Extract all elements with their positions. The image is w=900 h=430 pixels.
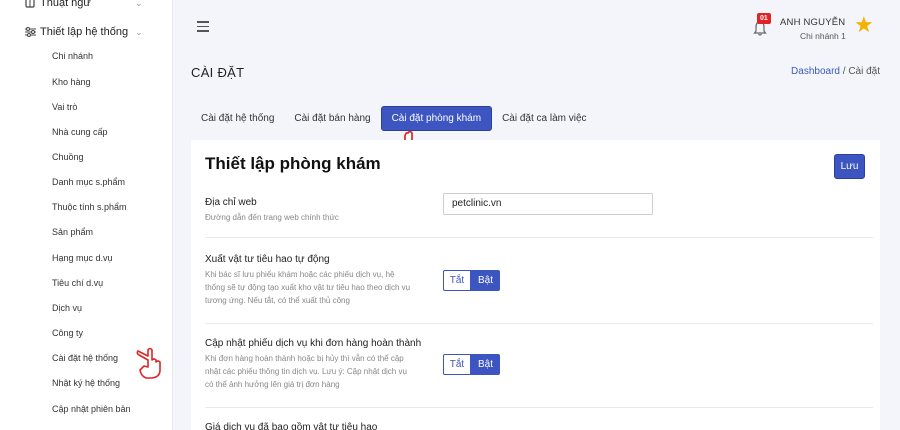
- chevron-down-icon: ⌄: [135, 27, 143, 37]
- breadcrumb-current: Cài đặt: [848, 66, 880, 77]
- sliders-icon: [24, 26, 36, 38]
- setting-row-website: Địa chỉ web Đường dẫn đến trang web chín…: [205, 186, 873, 238]
- setting-description: Khi bác sĩ lưu phiếu khám hoặc các phiếu…: [205, 270, 411, 305]
- sidebar-group-terms[interactable]: Thuật ngữ ⌄: [24, 0, 143, 9]
- save-button[interactable]: Lưu: [834, 154, 865, 179]
- sidebar-item-services[interactable]: Dịch vụ: [52, 303, 82, 313]
- sidebar-item-products[interactable]: Sản phẩm: [52, 227, 93, 237]
- sidebar-item-system-log[interactable]: Nhật ký hệ thống: [52, 378, 120, 388]
- tab-clinic-settings[interactable]: Cài đặt phòng khám: [380, 106, 493, 131]
- breadcrumb: Dashboard / Cài đặt: [791, 66, 880, 77]
- main-area: 01 ANH NGUYỄN Chi nhánh 1 ★ CÀI ĐẶT Dash…: [173, 0, 900, 430]
- toggle-off-button[interactable]: Tắt: [443, 270, 471, 291]
- setting-label: Giá dịch vụ đã bao gồm vật tư tiêu hao: [205, 422, 378, 430]
- tab-shift-settings[interactable]: Cài đặt ca làm việc: [492, 107, 596, 130]
- setting-label: Cập nhật phiếu dịch vụ khi đơn hàng hoàn…: [205, 338, 422, 349]
- sidebar: Thuật ngữ ⌄ Thiết lập hệ thống ⌄ Chi nhá…: [0, 0, 173, 430]
- setting-description: Khi đơn hàng hoàn thành hoặc bị hủy thì …: [205, 354, 407, 389]
- chevron-down-icon: ⌄: [135, 0, 143, 8]
- star-icon[interactable]: ★: [854, 14, 874, 36]
- setting-row-price-includes-supplies: Giá dịch vụ đã bao gồm vật tư tiêu hao: [205, 408, 873, 430]
- sidebar-group-label: Thiết lập hệ thống: [40, 26, 129, 38]
- sidebar-item-roles[interactable]: Vai trò: [52, 102, 77, 112]
- sidebar-group-settings[interactable]: Thiết lập hệ thống ⌄: [24, 26, 143, 38]
- sidebar-item-company[interactable]: Công ty: [52, 328, 83, 338]
- sidebar-item-branches[interactable]: Chi nhánh: [52, 51, 93, 61]
- user-name[interactable]: ANH NGUYỄN: [780, 17, 845, 28]
- hand-pointer-cursor-icon: [136, 347, 161, 379]
- menu-toggle-icon[interactable]: [197, 21, 209, 32]
- clinic-settings-card: Thiết lập phòng khám Lưu Địa chỉ web Đườ…: [191, 140, 880, 430]
- toggle-on-button[interactable]: Bật: [471, 270, 500, 291]
- sidebar-item-cages[interactable]: Chuồng: [52, 152, 84, 162]
- card-title: Thiết lập phòng khám: [205, 154, 381, 173]
- tab-system-settings[interactable]: Cài đặt hệ thống: [191, 107, 284, 130]
- user-branch: Chi nhánh 1: [800, 31, 846, 41]
- sidebar-item-suppliers[interactable]: Nhà cung cấp: [52, 127, 108, 137]
- page-title: CÀI ĐẶT: [191, 65, 245, 80]
- tab-sales-settings[interactable]: Cài đặt bán hàng: [284, 107, 380, 130]
- breadcrumb-separator: /: [842, 66, 846, 77]
- sidebar-item-product-attributes[interactable]: Thuộc tính s.phẩm: [52, 202, 127, 212]
- notification-badge: 01: [757, 13, 771, 24]
- update-service-toggle[interactable]: Tắt Bật: [443, 354, 500, 375]
- breadcrumb-dashboard-link[interactable]: Dashboard: [791, 66, 840, 77]
- sidebar-group-label: Thuật ngữ: [40, 0, 91, 9]
- toggle-on-button[interactable]: Bật: [471, 354, 500, 375]
- setting-row-update-service: Cập nhật phiếu dịch vụ khi đơn hàng hoàn…: [205, 324, 873, 408]
- settings-tabs: Cài đặt hệ thống Cài đặt bán hàng Cài đặ…: [191, 106, 597, 131]
- sidebar-item-warehouses[interactable]: Kho hàng: [52, 77, 91, 87]
- setting-label: Xuất vật tư tiêu hao tự động: [205, 254, 330, 265]
- auto-export-toggle[interactable]: Tắt Bật: [443, 270, 500, 291]
- book-icon: [24, 0, 36, 9]
- sidebar-item-service-groups[interactable]: Hạng mục d.vụ: [52, 253, 113, 263]
- sidebar-item-service-criteria[interactable]: Tiêu chí d.vụ: [52, 278, 103, 288]
- website-input[interactable]: petclinic.vn: [443, 193, 653, 215]
- sidebar-item-product-categories[interactable]: Danh mục s.phẩm: [52, 177, 125, 187]
- setting-description: Đường dẫn đến trang web chính thức: [205, 213, 339, 222]
- sidebar-item-system-settings[interactable]: Cài đặt hệ thống: [52, 353, 118, 363]
- setting-label: Địa chỉ web: [205, 197, 257, 208]
- toggle-off-button[interactable]: Tắt: [443, 354, 471, 375]
- setting-row-auto-export: Xuất vật tư tiêu hao tự động Khi bác sĩ …: [205, 238, 873, 324]
- sidebar-item-version-update[interactable]: Cập nhật phiên bản: [52, 404, 131, 414]
